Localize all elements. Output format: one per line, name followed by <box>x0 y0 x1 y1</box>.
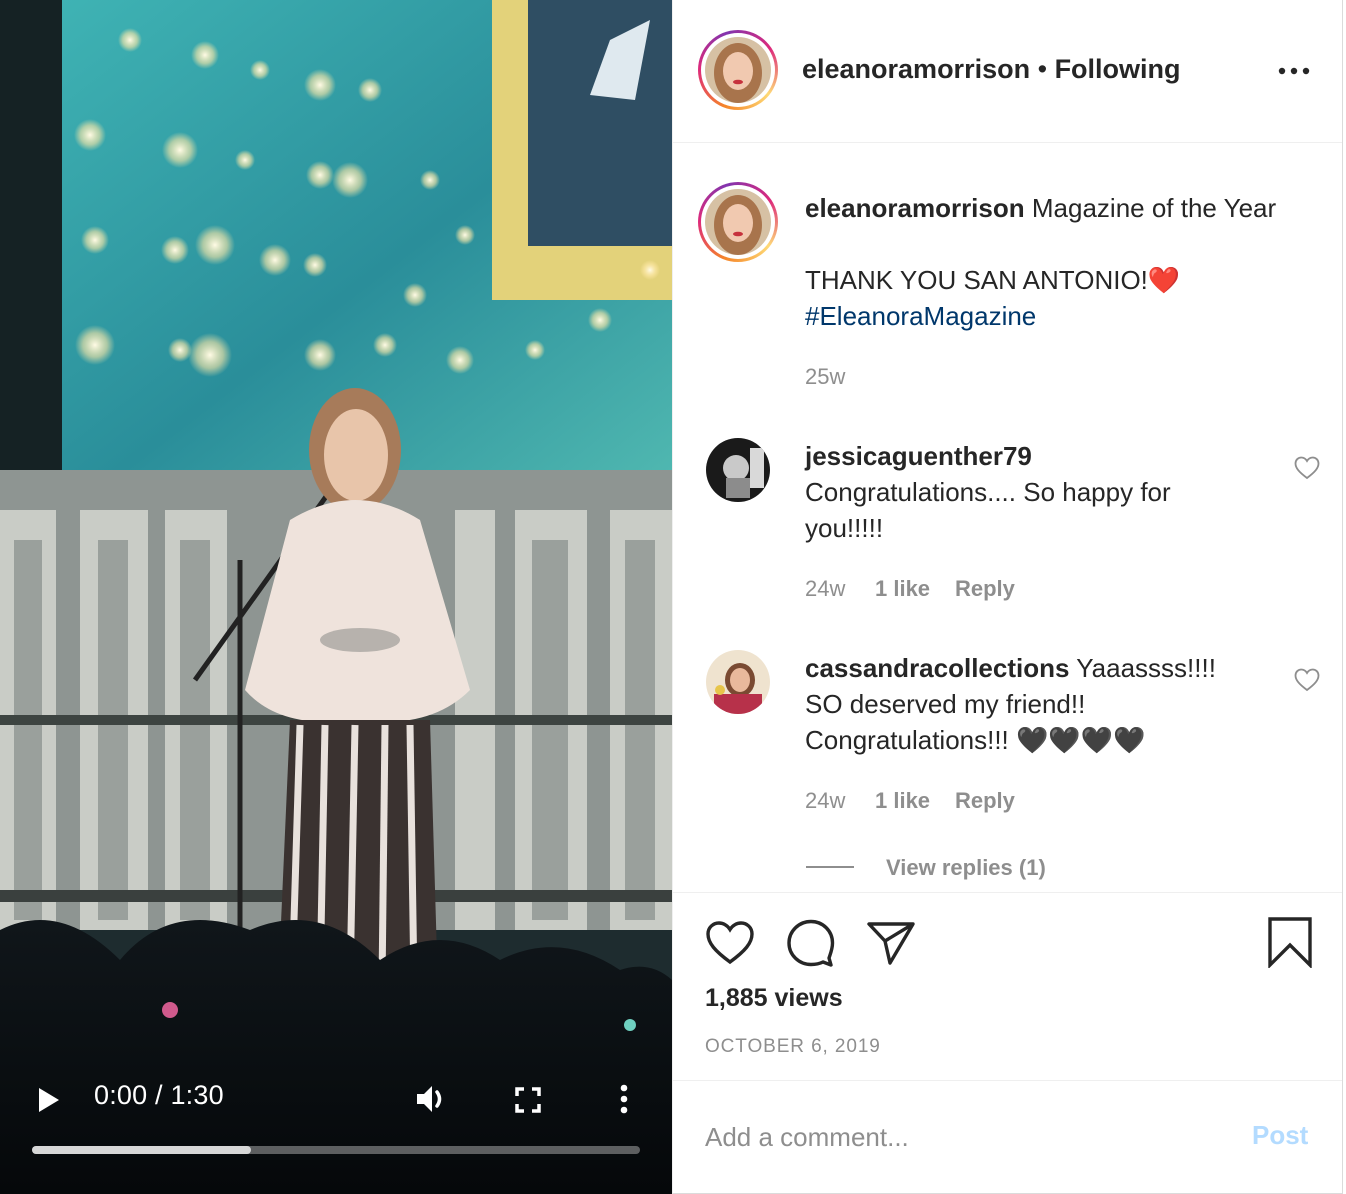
comment-reply-button[interactable]: Reply <box>955 788 1015 814</box>
comment-like-heart-icon[interactable] <box>1294 668 1320 692</box>
view-count[interactable]: 1,885 views <box>705 984 843 1013</box>
video-frame <box>0 0 672 1194</box>
comment-text: Congratulations.... So happy for <box>805 477 1171 507</box>
comment-text: Congratulations!!! 🖤🖤🖤🖤 <box>805 725 1146 755</box>
header-divider <box>673 142 1342 143</box>
view-replies-button[interactable]: View replies (1) <box>886 855 1046 881</box>
comments-divider <box>673 892 1342 893</box>
video-time: 0:00 / 1:30 <box>94 1080 224 1110</box>
video-progress-bar[interactable] <box>32 1146 640 1154</box>
caption-username[interactable]: eleanoramorrison <box>805 193 1025 223</box>
caption-hashtag[interactable]: #EleanoraMagazine <box>805 298 1036 334</box>
play-icon <box>39 1088 59 1112</box>
comment-body: jessicaguenther79 Congratulations.... So… <box>805 438 1171 546</box>
comment-likes[interactable]: 1 like <box>875 788 930 814</box>
caption-thanks: THANK YOU SAN ANTONIO! <box>805 265 1148 295</box>
comment-avatar[interactable] <box>706 650 770 714</box>
save-bookmark-icon[interactable] <box>1266 916 1314 968</box>
post-options-button[interactable] <box>1276 58 1312 84</box>
caption-second-line: THANK YOU SAN ANTONIO!❤️ <box>805 262 1180 298</box>
comment-text: you!!!!! <box>805 513 884 543</box>
more-vertical-icon <box>620 1084 628 1114</box>
comment-age[interactable]: 24w <box>805 788 845 814</box>
video-progress-buffered <box>32 1146 251 1154</box>
profile-photo <box>705 37 771 103</box>
comment-avatar[interactable] <box>706 438 770 502</box>
comment-username[interactable]: jessicaguenther79 <box>805 438 1171 474</box>
commenter-photo <box>706 650 770 714</box>
post-comment-button[interactable]: Post <box>1252 1120 1308 1151</box>
video-player[interactable]: 0:00 / 1:30 <box>0 0 672 1194</box>
composer-divider <box>673 1080 1342 1081</box>
add-comment-input[interactable] <box>705 1112 1225 1162</box>
video-more-button[interactable] <box>610 1080 638 1118</box>
header-separator: • <box>1037 54 1048 84</box>
follow-status-button[interactable]: Following <box>1055 54 1181 84</box>
fullscreen-button[interactable] <box>510 1082 546 1118</box>
share-paper-plane-icon[interactable] <box>866 920 916 966</box>
post-date[interactable]: OCTOBER 6, 2019 <box>705 1036 881 1058</box>
comment-likes[interactable]: 1 like <box>875 576 930 602</box>
caption-text: Magazine of the Year <box>1031 193 1277 223</box>
header-avatar[interactable] <box>698 30 778 110</box>
like-heart-icon[interactable] <box>705 920 755 966</box>
comment-bubble-icon[interactable] <box>785 918 835 968</box>
fullscreen-icon <box>515 1087 541 1113</box>
comment-username[interactable]: cassandracollections <box>805 653 1069 683</box>
play-button[interactable] <box>30 1082 68 1118</box>
comment-reply-button[interactable]: Reply <box>955 576 1015 602</box>
caption-age[interactable]: 25w <box>805 364 845 390</box>
view-replies-line <box>806 866 854 868</box>
header-username[interactable]: eleanoramorrison <box>802 54 1030 84</box>
profile-photo <box>705 189 771 255</box>
more-horizontal-icon <box>1278 67 1310 75</box>
volume-icon <box>417 1086 442 1112</box>
header-user-line: eleanoramorrison • Following <box>802 54 1181 85</box>
comment-text: SO deserved my friend!! <box>805 689 1086 719</box>
caption-avatar[interactable] <box>698 182 778 262</box>
comment-body: cassandracollections Yaaassss!!!! SO des… <box>805 650 1216 758</box>
commenter-photo <box>706 438 770 502</box>
comment-age[interactable]: 24w <box>805 576 845 602</box>
volume-button[interactable] <box>412 1080 452 1118</box>
red-heart-emoji: ❤️ <box>1147 265 1181 295</box>
comment-text: Yaaassss!!!! <box>1076 653 1216 683</box>
comment-like-heart-icon[interactable] <box>1294 456 1320 480</box>
caption-first-line: eleanoramorrison Magazine of the Year <box>805 190 1276 226</box>
